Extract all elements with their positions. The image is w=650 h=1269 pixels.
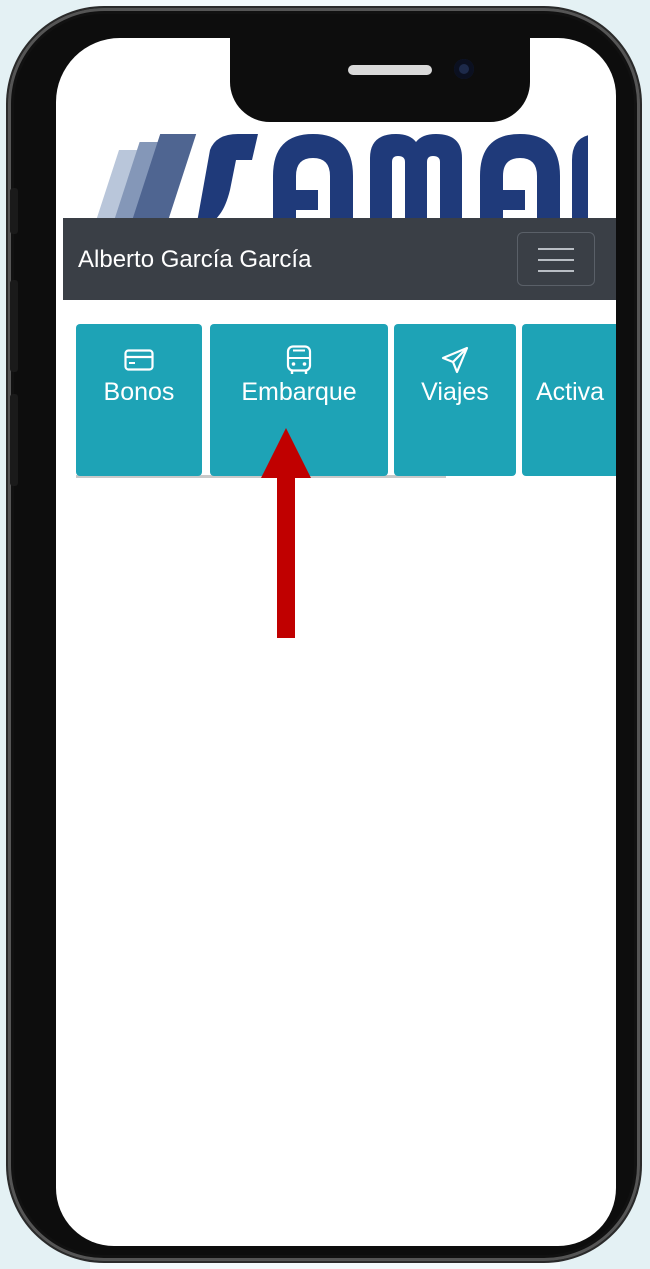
tab-viajes[interactable]: Viajes bbox=[394, 324, 516, 476]
phone-frame: Alberto García García Bonos Embarque Via… bbox=[8, 8, 640, 1261]
user-name: Alberto García García bbox=[78, 246, 312, 273]
top-navbar: Alberto García García bbox=[63, 218, 616, 300]
hamburger-menu-button[interactable] bbox=[517, 232, 595, 286]
annotation-arrow bbox=[261, 428, 311, 638]
unknown-icon bbox=[532, 346, 616, 374]
tab-label: Activa bbox=[536, 378, 605, 406]
samar-logo bbox=[93, 134, 588, 228]
phone-screen: Alberto García García Bonos Embarque Via… bbox=[56, 38, 616, 1246]
tab-bonos[interactable]: Bonos bbox=[76, 324, 202, 476]
tab-label: Bonos bbox=[103, 378, 175, 406]
bus-icon bbox=[286, 345, 312, 374]
mute-switch bbox=[10, 188, 18, 234]
main-tabs: Bonos Embarque Viajes Activa bbox=[76, 324, 616, 478]
volume-down-button bbox=[10, 394, 18, 486]
credit-card-icon bbox=[124, 346, 154, 374]
volume-up-button bbox=[10, 280, 18, 372]
speaker-grille bbox=[348, 65, 432, 75]
tab-activa[interactable]: Activa bbox=[522, 324, 616, 476]
phone-notch bbox=[230, 38, 530, 122]
send-icon bbox=[441, 346, 469, 374]
tab-label: Embarque bbox=[241, 378, 357, 406]
tab-label: Viajes bbox=[421, 378, 489, 406]
front-camera bbox=[454, 59, 474, 79]
